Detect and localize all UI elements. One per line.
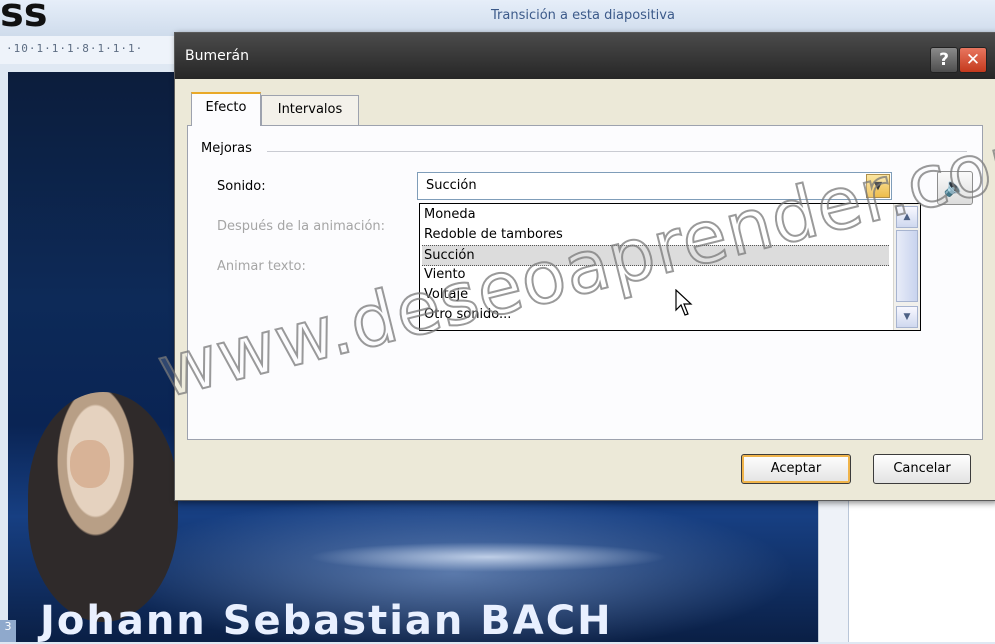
slide-title-text[interactable]: Johann Sebastian BACH	[40, 598, 613, 644]
ruler-ticks: ·10·1·1·1·8·1·1·1·	[6, 42, 144, 55]
group-divider	[267, 151, 967, 152]
bach-portrait-image	[28, 392, 178, 622]
sound-dropdown-value: Succión	[426, 178, 477, 193]
mejoras-group-label: Mejoras	[201, 141, 252, 156]
dialog-titlebar[interactable]: Bumerán ? ✕	[175, 33, 995, 79]
slide-number-tag: 3	[0, 620, 16, 642]
tab-efecto[interactable]: Efecto	[191, 92, 261, 126]
scroll-thumb[interactable]	[896, 230, 918, 302]
help-button[interactable]: ?	[930, 47, 958, 73]
animar-texto-label: Animar texto:	[217, 259, 306, 274]
despues-animacion-label: Después de la animación:	[217, 219, 386, 234]
moon-reflection	[308, 542, 668, 572]
tab-intervalos[interactable]: Intervalos	[261, 95, 359, 126]
transition-to-slide-link[interactable]: Transición a esta diapositiva	[491, 8, 675, 23]
ribbon-fragment-text: ss	[0, 0, 48, 36]
sonido-label: Sonido:	[217, 179, 266, 194]
mouse-cursor-icon	[675, 289, 693, 316]
dialog-title: Bumerán	[185, 48, 249, 64]
close-button[interactable]: ✕	[959, 47, 987, 73]
vertical-scrollbar[interactable]	[818, 500, 849, 642]
cancelar-button[interactable]: Cancelar	[873, 454, 971, 484]
portrait-face	[70, 440, 110, 488]
scroll-down-icon[interactable]: ▼	[896, 306, 918, 328]
aceptar-button[interactable]: Aceptar	[741, 454, 851, 484]
